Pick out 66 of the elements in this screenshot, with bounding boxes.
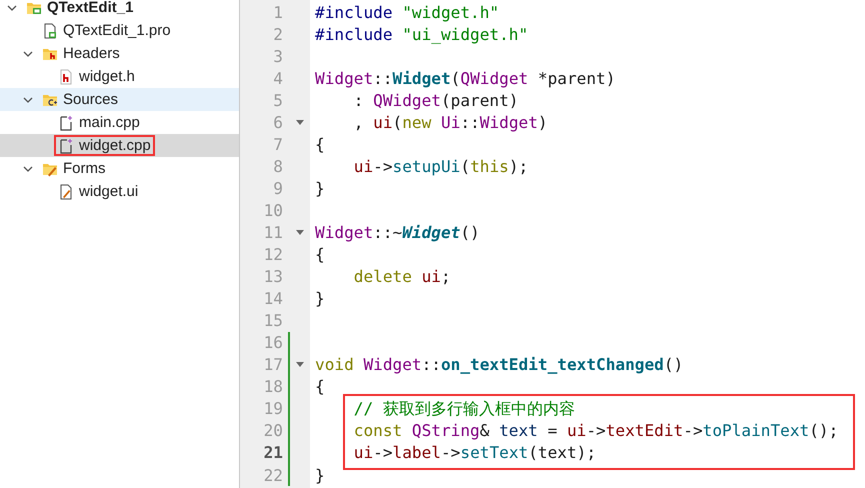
- code-line: ui->label->setText(text);: [354, 443, 596, 462]
- line-number: 10: [262, 200, 283, 220]
- fold-arrow-icon[interactable]: [296, 230, 304, 235]
- line-number: 20: [262, 421, 283, 440]
- code-line: }: [315, 289, 325, 308]
- code-line: }: [315, 466, 325, 484]
- code-line: delete ui;: [354, 267, 451, 286]
- line-number: 15: [262, 311, 283, 330]
- tree-item[interactable]: Forms: [0, 157, 239, 180]
- line-number: 17: [262, 355, 283, 374]
- line-number: 9: [272, 178, 283, 198]
- item-label: widget.cpp: [79, 137, 151, 154]
- tree-item[interactable]: QTextEdit_1: [0, 0, 239, 19]
- line-number: 5: [272, 90, 283, 110]
- header-file-icon: [58, 68, 74, 84]
- fold-arrow-icon[interactable]: [296, 362, 304, 368]
- line-number: 8: [272, 156, 283, 176]
- item-label: Sources: [63, 91, 118, 108]
- line-number: 22: [262, 466, 283, 484]
- tree-item[interactable]: main.cpp: [0, 111, 239, 134]
- line-number: 3: [272, 46, 283, 66]
- code-line: {: [315, 134, 325, 154]
- line-number: 16: [262, 333, 283, 352]
- line-number: 13: [262, 267, 283, 286]
- tree-item[interactable]: Headers: [0, 42, 239, 65]
- line-number: 21: [262, 443, 283, 462]
- code-line: ui->setupUi(this);: [354, 156, 528, 176]
- item-label: widget.h: [79, 68, 135, 85]
- line-number: 14: [262, 289, 283, 308]
- tree-item[interactable]: QTextEdit_1.pro: [0, 19, 239, 42]
- item-label: QTextEdit_1.pro: [63, 22, 171, 39]
- code-line: , ui(new Ui::Widget): [354, 112, 548, 132]
- fold-arrow-icon[interactable]: [296, 120, 304, 125]
- item-label: widget.ui: [79, 183, 138, 200]
- line-number: 2: [272, 24, 283, 44]
- tree-item[interactable]: widget.ui: [0, 180, 239, 203]
- line-number: 6: [272, 112, 283, 132]
- code-line: #include "ui_widget.h": [315, 24, 528, 44]
- item-label: QTextEdit_1: [47, 0, 134, 16]
- code-line: Widget::~Widget(): [315, 222, 480, 242]
- item-label: main.cpp: [79, 114, 140, 131]
- code-line: Widget::Widget(QWidget *parent): [315, 68, 616, 88]
- tree-item[interactable]: Sources: [0, 88, 239, 111]
- pencil-file-icon: [58, 184, 74, 200]
- qt-file-icon: [42, 22, 58, 38]
- line-number: 7: [272, 134, 283, 154]
- code-line: }: [315, 178, 325, 198]
- source-file-icon: [58, 114, 74, 130]
- line-number: 19: [262, 399, 283, 418]
- code-line: // 获取到多行输入框中的内容: [354, 398, 575, 418]
- line-number: 18: [262, 377, 283, 396]
- source-file-icon: [58, 138, 74, 154]
- item-label: Forms: [63, 160, 106, 177]
- code-line: void Widget::on_textEdit_textChanged(): [315, 355, 684, 374]
- line-number: 11: [262, 222, 283, 242]
- code-line: const QString& text = ui->textEdit->toPlainText();: [354, 421, 838, 440]
- code-line: {: [315, 245, 325, 264]
- code-line: {: [315, 377, 325, 396]
- code-line: : QWidget(parent): [354, 90, 518, 110]
- item-label: Headers: [63, 45, 120, 62]
- line-number: 1: [272, 2, 283, 22]
- line-number: 12: [262, 245, 283, 264]
- line-number: 4: [272, 68, 283, 88]
- tree-item[interactable]: widget.h: [0, 65, 239, 88]
- code-line: #include "widget.h": [315, 2, 500, 22]
- tree-item[interactable]: widget.cpp: [0, 134, 239, 157]
